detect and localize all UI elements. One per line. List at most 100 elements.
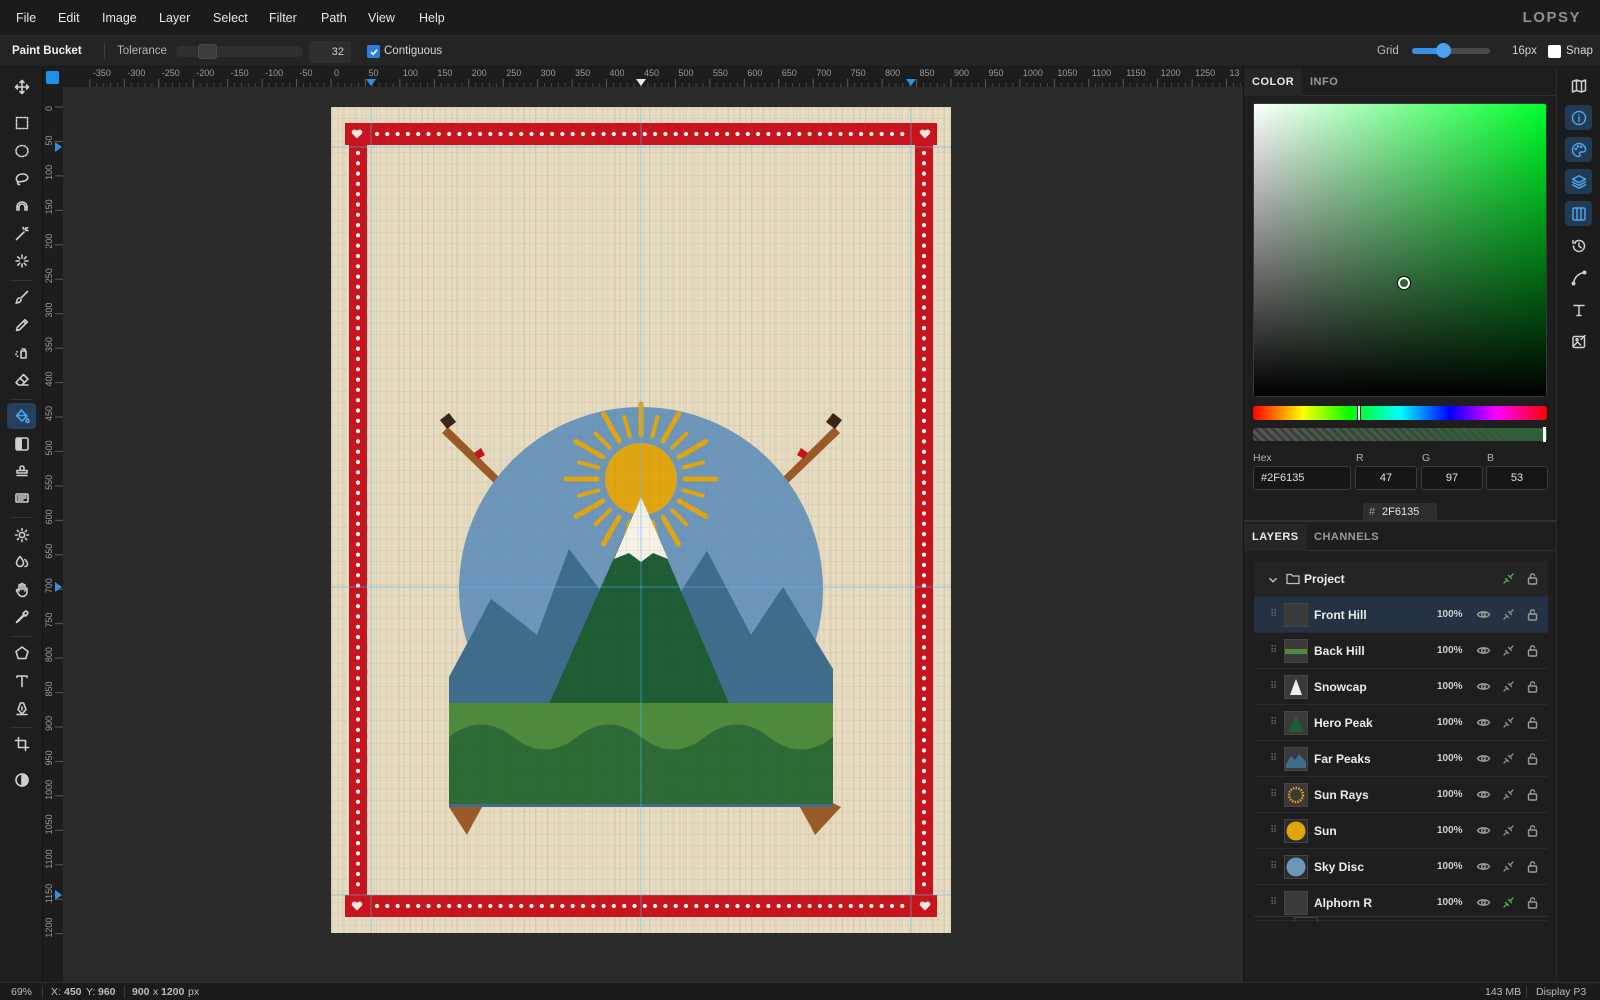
image-adjust-panel-button[interactable]: [1565, 329, 1592, 354]
pencil-tool-button[interactable]: [7, 312, 36, 338]
menu-select[interactable]: Select: [213, 11, 248, 25]
layer-opacity[interactable]: 100%: [1437, 681, 1463, 692]
history-panel-button[interactable]: [1565, 233, 1592, 258]
grid-slider-knob[interactable]: [1436, 43, 1452, 58]
hex-input[interactable]: #2F6135: [1253, 466, 1351, 490]
stamp-tool-button[interactable]: [7, 458, 36, 484]
text-tool-tool-button[interactable]: [7, 668, 36, 694]
layer-name[interactable]: Snowcap: [1314, 680, 1367, 694]
layer-opacity[interactable]: 100%: [1437, 861, 1463, 872]
layer-row[interactable]: ⠿ Sun 100%: [1254, 813, 1548, 849]
hand-tool-button[interactable]: [7, 577, 36, 603]
airbrush-tool-button[interactable]: [7, 340, 36, 366]
rect-select-tool-button[interactable]: [7, 110, 36, 136]
brush-tool-button[interactable]: [7, 284, 36, 310]
layer-name[interactable]: Sun Rays: [1314, 788, 1369, 802]
drag-handle-icon[interactable]: ⠿: [1270, 753, 1277, 764]
layer-row[interactable]: ⠿ Front Hill 100%: [1254, 597, 1548, 633]
eye-icon[interactable]: [1476, 607, 1491, 622]
layer-opacity[interactable]: 100%: [1437, 609, 1463, 620]
contiguous-checkbox[interactable]: [367, 45, 380, 58]
layer-name[interactable]: Sky Disc: [1314, 860, 1364, 874]
layer-name[interactable]: Hero Peak: [1314, 716, 1373, 730]
snap-checkbox[interactable]: [1548, 45, 1561, 58]
eye-icon[interactable]: [1476, 751, 1491, 766]
lock-icon[interactable]: [1525, 607, 1540, 622]
link-icon[interactable]: [1501, 751, 1516, 766]
artwork-canvas[interactable]: [331, 107, 951, 933]
layer-name[interactable]: Sun: [1314, 824, 1337, 838]
layer-name[interactable]: Far Peaks: [1314, 752, 1371, 766]
link-icon[interactable]: [1501, 715, 1516, 730]
current-color-chip[interactable]: # 2F6135: [1363, 503, 1437, 521]
eyedropper-tool-button[interactable]: [7, 604, 36, 630]
chevron-down-icon[interactable]: [1268, 575, 1278, 585]
drag-handle-icon[interactable]: ⠿: [1270, 717, 1277, 728]
lock-icon[interactable]: [1525, 859, 1540, 874]
layer-row[interactable]: ⠿ Far Peaks 100%: [1254, 741, 1548, 777]
drag-handle-icon[interactable]: ⠿: [1270, 861, 1277, 872]
alpha-slider-handle[interactable]: [1543, 427, 1546, 442]
polygon-tool-button[interactable]: [7, 640, 36, 666]
eye-icon[interactable]: [1476, 895, 1491, 910]
link-icon[interactable]: [1501, 859, 1516, 874]
move-tool-tool-button[interactable]: [7, 74, 36, 100]
lock-icon[interactable]: [1525, 823, 1540, 838]
color-profile[interactable]: Display P3: [1536, 986, 1586, 998]
menu-view[interactable]: View: [368, 11, 395, 25]
eye-icon[interactable]: [1476, 787, 1491, 802]
saturation-value-picker[interactable]: [1253, 103, 1547, 397]
color-panel-button[interactable]: [1565, 137, 1592, 162]
zoom-level[interactable]: 69%: [11, 986, 32, 998]
color-picker-cursor[interactable]: [1398, 277, 1410, 289]
alpha-slider[interactable]: [1253, 427, 1547, 442]
magic-wand-tool-button[interactable]: [7, 221, 36, 247]
navigator-button[interactable]: [1565, 73, 1592, 98]
tolerance-slider-knob[interactable]: [197, 44, 217, 59]
crop-tool-button[interactable]: [7, 731, 36, 757]
drag-handle-icon[interactable]: ⠿: [1270, 897, 1277, 908]
blue-input[interactable]: 53: [1486, 466, 1548, 490]
eye-icon[interactable]: [1476, 643, 1491, 658]
eye-icon[interactable]: [1476, 679, 1491, 694]
quick-select-tool-button[interactable]: [7, 248, 36, 274]
layer-name[interactable]: Alphorn R: [1314, 896, 1372, 910]
ruler-origin-marker[interactable]: [46, 71, 59, 84]
lock-icon[interactable]: [1525, 787, 1540, 802]
dodge-tool-button[interactable]: [7, 522, 36, 548]
tab-layers[interactable]: LAYERS: [1244, 524, 1307, 551]
menu-image[interactable]: Image: [102, 11, 137, 25]
vertical-ruler[interactable]: 0 50 100 150 200 250 300 350 400 450 500 550 600 650 7…: [43, 87, 63, 982]
lock-icon[interactable]: [1525, 643, 1540, 658]
character-panel-button[interactable]: [1565, 297, 1592, 322]
drag-handle-icon[interactable]: ⠿: [1270, 825, 1277, 836]
eye-icon[interactable]: [1476, 823, 1491, 838]
eraser-tool-button[interactable]: [7, 367, 36, 393]
link-icon[interactable]: [1501, 643, 1516, 658]
blur-drop-tool-button[interactable]: [7, 549, 36, 575]
layer-opacity[interactable]: 100%: [1437, 753, 1463, 764]
gradient-tool-button[interactable]: [7, 431, 36, 457]
layer-group-project[interactable]: Project: [1254, 561, 1548, 597]
grid-size-slider[interactable]: [1412, 43, 1490, 58]
canvas-viewport[interactable]: [63, 87, 1243, 982]
drag-handle-icon[interactable]: ⠿: [1270, 681, 1277, 692]
magnetic-lasso-tool-button[interactable]: [7, 193, 36, 219]
layer-name[interactable]: Front Hill: [1314, 608, 1367, 622]
menu-layer[interactable]: Layer: [159, 11, 190, 25]
menu-filter[interactable]: Filter: [269, 11, 297, 25]
info-panel-button[interactable]: [1565, 105, 1592, 130]
eye-icon[interactable]: [1476, 859, 1491, 874]
layer-opacity[interactable]: 100%: [1437, 717, 1463, 728]
lasso-tool-button[interactable]: [7, 166, 36, 192]
layer-row[interactable]: ⠿ Sun Rays 100%: [1254, 777, 1548, 813]
layer-row[interactable]: ⠿ Sky Disc 100%: [1254, 849, 1548, 885]
drag-handle-icon[interactable]: ⠿: [1270, 645, 1277, 656]
channels-panel-button[interactable]: [1565, 201, 1592, 226]
tolerance-slider[interactable]: [176, 44, 303, 59]
layers-panel-button[interactable]: [1565, 169, 1592, 194]
tolerance-value-field[interactable]: 32: [309, 41, 351, 63]
menu-help[interactable]: Help: [419, 11, 445, 25]
layer-name[interactable]: Back Hill: [1314, 644, 1365, 658]
link-icon[interactable]: [1501, 607, 1516, 622]
